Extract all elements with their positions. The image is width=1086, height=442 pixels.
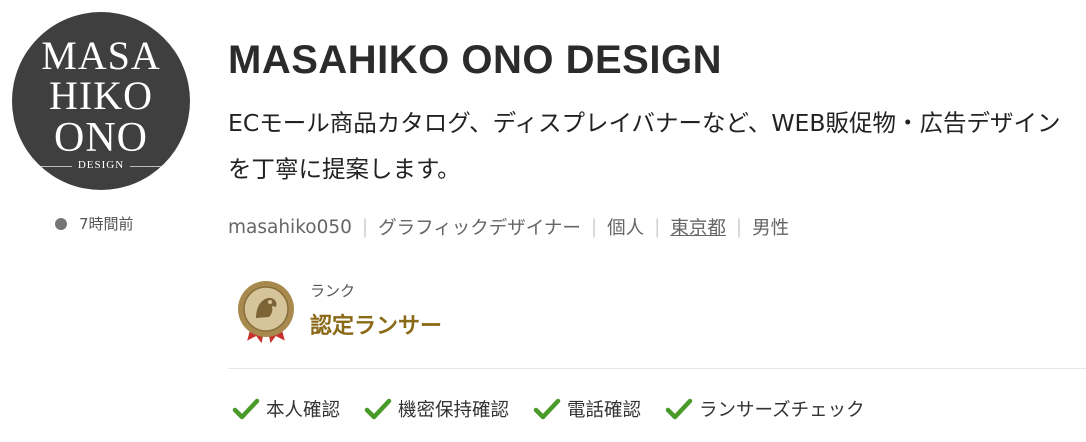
rank-label: ランク <box>310 282 356 300</box>
verification-label: 本人確認 <box>266 400 341 421</box>
avatar-logo-line: ONO <box>54 115 148 161</box>
meta-separator: | <box>361 216 369 238</box>
verification-nda[interactable]: 機密保持確認 <box>364 396 509 422</box>
check-icon <box>665 398 693 420</box>
verification-label: ランサーズチェック <box>699 400 865 421</box>
meta-separator: | <box>590 216 598 238</box>
status-dot-icon <box>55 217 67 230</box>
verification-phone[interactable]: 電話確認 <box>533 396 641 422</box>
rank-medal-icon <box>238 281 294 346</box>
verification-list: 本人確認 機密保持確認 電話確認 ランサーズチェック <box>232 396 889 422</box>
verification-lancers-check[interactable]: ランサーズチェック <box>665 396 865 422</box>
check-icon <box>364 398 392 420</box>
gender: 男性 <box>752 218 790 239</box>
rank-name[interactable]: 認定ランサー <box>310 308 442 340</box>
meta-separator: | <box>735 216 743 238</box>
divider <box>228 368 1086 369</box>
check-icon <box>533 398 561 420</box>
profile-name: MASAHIKO ONO DESIGN <box>228 38 722 82</box>
verification-identity[interactable]: 本人確認 <box>232 396 340 422</box>
check-icon <box>232 398 260 420</box>
profile-meta: masahiko050 | グラフィックデザイナー | 個人 | 東京都 | 男… <box>228 214 789 240</box>
avatar[interactable]: MASA HIKO ONO DESIGN <box>12 12 190 190</box>
avatar-logo-line: HIKO <box>49 73 153 118</box>
meta-separator: | <box>654 216 661 238</box>
occupation: グラフィックデザイナー <box>378 218 581 239</box>
last-active-time: 7時間前 <box>79 215 134 233</box>
avatar-logo-rule <box>130 166 166 167</box>
profile-catchphrase: ECモール商品カタログ、ディスプレイバナーなど、WEB販促物・広告デザインを丁寧… <box>228 109 1061 183</box>
verification-label: 電話確認 <box>567 400 642 421</box>
online-status: 7時間前 <box>55 213 134 234</box>
avatar-logo-line: MASA <box>41 33 161 78</box>
verification-label: 機密保持確認 <box>398 400 510 421</box>
worker-type: 個人 <box>607 218 645 239</box>
username: masahiko050 <box>228 216 352 238</box>
location-link[interactable]: 東京都 <box>670 214 726 240</box>
